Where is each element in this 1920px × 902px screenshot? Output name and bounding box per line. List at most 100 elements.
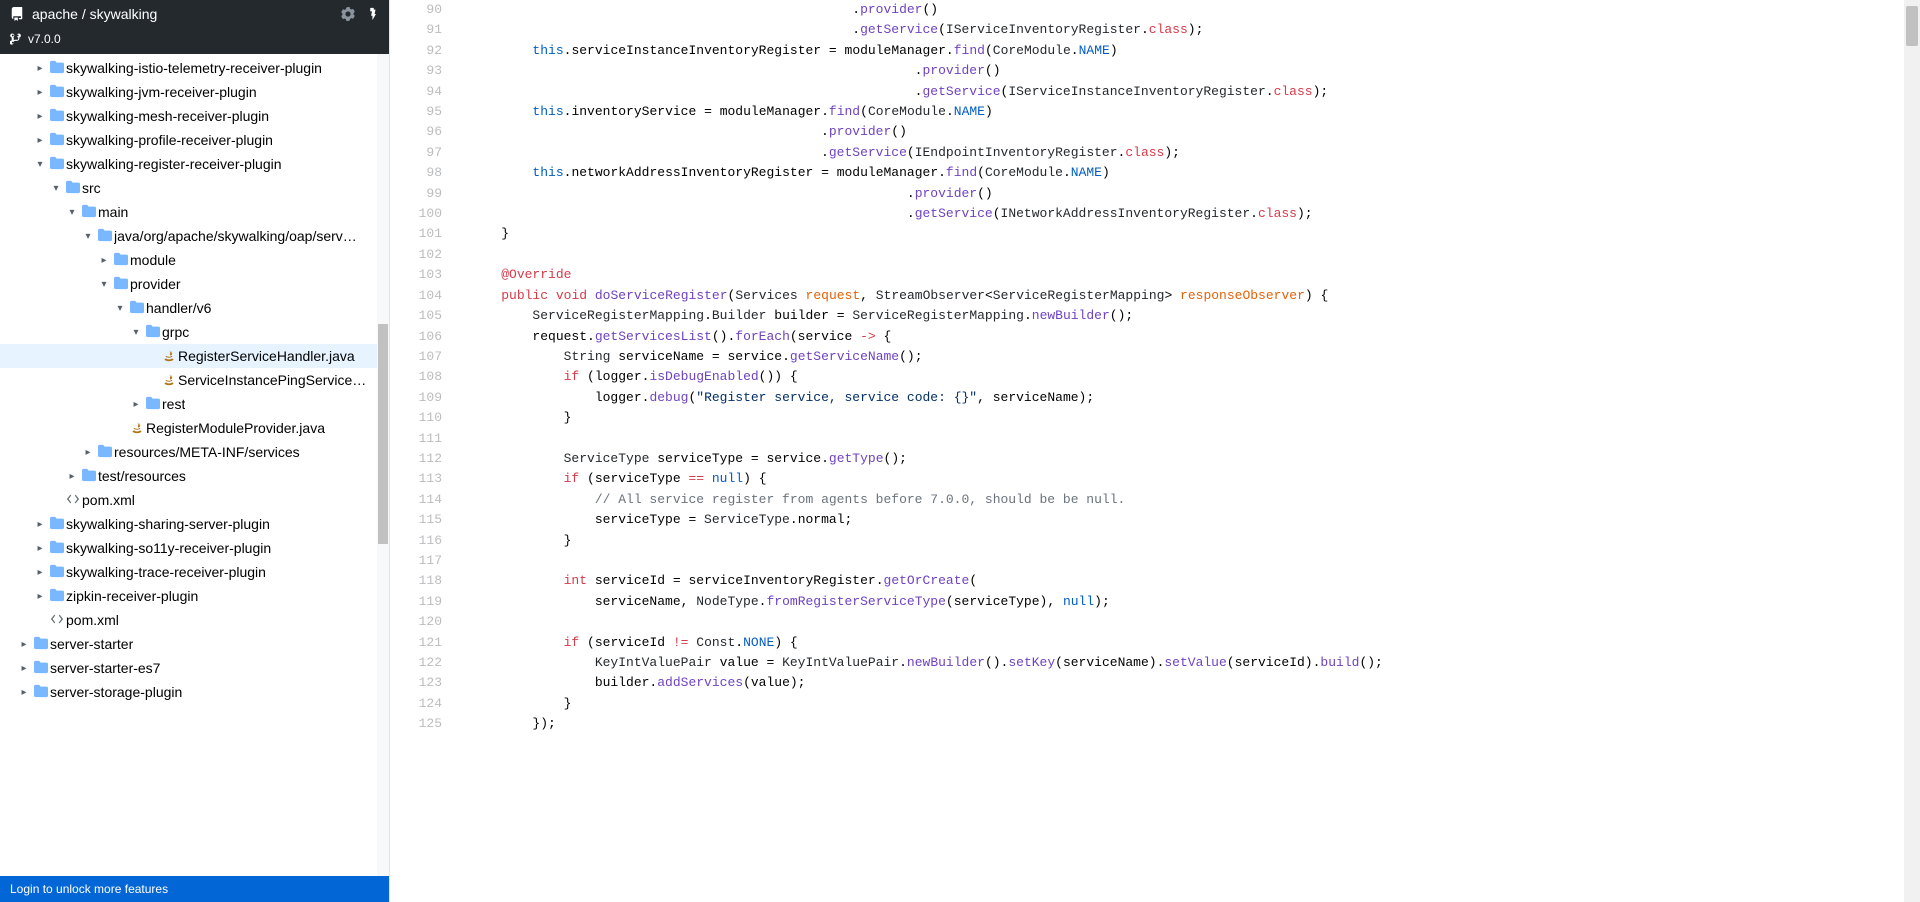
line-number[interactable]: 119 xyxy=(390,592,460,612)
chevron-icon[interactable]: ▾ xyxy=(48,183,64,194)
line-number[interactable]: 118 xyxy=(390,571,460,591)
code-content[interactable]: String serviceName = service.getServiceN… xyxy=(460,347,923,367)
tree-item[interactable]: ▸server-starter xyxy=(0,632,389,656)
code-content[interactable]: if (serviceType == null) { xyxy=(460,469,767,489)
chevron-icon[interactable]: ▸ xyxy=(32,567,48,578)
code-content[interactable] xyxy=(460,551,470,571)
line-number[interactable]: 125 xyxy=(390,714,460,734)
chevron-icon[interactable]: ▸ xyxy=(80,447,96,458)
line-number[interactable]: 109 xyxy=(390,388,460,408)
line-number[interactable]: 122 xyxy=(390,653,460,673)
chevron-icon[interactable]: ▸ xyxy=(16,687,32,698)
repo-link[interactable]: apache / skywalking xyxy=(10,6,157,22)
line-number[interactable]: 104 xyxy=(390,286,460,306)
tree-item[interactable]: ▸skywalking-mesh-receiver-plugin xyxy=(0,104,389,128)
line-number[interactable]: 101 xyxy=(390,224,460,244)
login-bar[interactable]: Login to unlock more features xyxy=(0,876,389,902)
gear-icon[interactable] xyxy=(341,7,355,21)
tree-item[interactable]: ▸skywalking-profile-receiver-plugin xyxy=(0,128,389,152)
code-content[interactable]: } xyxy=(460,531,571,551)
line-number[interactable]: 105 xyxy=(390,306,460,326)
code-content[interactable]: ServiceRegisterMapping.Builder builder =… xyxy=(460,306,1133,326)
tree-item[interactable]: ▸rest xyxy=(0,392,389,416)
chevron-icon[interactable]: ▸ xyxy=(32,591,48,602)
tree-item[interactable]: ▾java/org/apache/skywalking/oap/serv… xyxy=(0,224,389,248)
code-content[interactable]: } xyxy=(460,224,509,244)
pin-icon[interactable] xyxy=(365,7,379,21)
tree-item[interactable]: ▾grpc xyxy=(0,320,389,344)
tree-item[interactable]: ▸skywalking-so11y-receiver-plugin xyxy=(0,536,389,560)
chevron-icon[interactable]: ▸ xyxy=(16,663,32,674)
line-number[interactable]: 106 xyxy=(390,327,460,347)
code-content[interactable]: if (serviceId != Const.NONE) { xyxy=(460,633,798,653)
line-number[interactable]: 111 xyxy=(390,429,460,449)
sidebar-scrollbar[interactable] xyxy=(377,54,389,876)
code-content[interactable]: this.serviceInstanceInventoryRegister = … xyxy=(460,41,1118,61)
tree-item[interactable]: ServiceInstancePingService… xyxy=(0,368,389,392)
line-number[interactable]: 96 xyxy=(390,122,460,142)
code-content[interactable]: ServiceType serviceType = service.getTyp… xyxy=(460,449,907,469)
branch-selector[interactable]: v7.0.0 xyxy=(0,28,389,54)
line-number[interactable]: 116 xyxy=(390,531,460,551)
code-content[interactable] xyxy=(460,429,470,449)
tree-item[interactable]: RegisterServiceHandler.java xyxy=(0,344,389,368)
tree-item[interactable]: ▾provider xyxy=(0,272,389,296)
chevron-icon[interactable]: ▾ xyxy=(32,159,48,170)
chevron-icon[interactable]: ▾ xyxy=(96,279,112,290)
line-number[interactable]: 123 xyxy=(390,673,460,693)
chevron-icon[interactable]: ▸ xyxy=(128,399,144,410)
chevron-icon[interactable]: ▸ xyxy=(32,63,48,74)
chevron-icon[interactable]: ▸ xyxy=(32,543,48,554)
line-number[interactable]: 90 xyxy=(390,0,460,20)
line-number[interactable]: 99 xyxy=(390,184,460,204)
tree-item[interactable]: ▸skywalking-jvm-receiver-plugin xyxy=(0,80,389,104)
code-content[interactable]: }); xyxy=(460,714,556,734)
line-number[interactable]: 112 xyxy=(390,449,460,469)
tree-item[interactable]: ▸skywalking-sharing-server-plugin xyxy=(0,512,389,536)
code-content[interactable]: .getService(IEndpointInventoryRegister.c… xyxy=(460,143,1180,163)
code-content[interactable]: @Override xyxy=(460,265,571,285)
code-content[interactable]: .provider() xyxy=(460,0,938,20)
line-number[interactable]: 114 xyxy=(390,490,460,510)
line-number[interactable]: 97 xyxy=(390,143,460,163)
tree-item[interactable]: ▸server-starter-es7 xyxy=(0,656,389,680)
code-content[interactable]: int serviceId = serviceInventoryRegister… xyxy=(460,571,977,591)
code-content[interactable]: builder.addServices(value); xyxy=(460,673,805,693)
tree-item[interactable]: ▸zipkin-receiver-plugin xyxy=(0,584,389,608)
line-number[interactable]: 113 xyxy=(390,469,460,489)
chevron-icon[interactable]: ▸ xyxy=(32,135,48,146)
code-content[interactable]: .provider() xyxy=(460,61,1001,81)
line-number[interactable]: 108 xyxy=(390,367,460,387)
tree-item[interactable]: ▸test/resources xyxy=(0,464,389,488)
chevron-icon[interactable]: ▸ xyxy=(96,255,112,266)
chevron-icon[interactable]: ▸ xyxy=(64,471,80,482)
line-number[interactable]: 92 xyxy=(390,41,460,61)
line-number[interactable]: 103 xyxy=(390,265,460,285)
chevron-icon[interactable]: ▾ xyxy=(64,207,80,218)
tree-item[interactable]: ▸skywalking-trace-receiver-plugin xyxy=(0,560,389,584)
code-content[interactable]: .getService(IServiceInstanceInventoryReg… xyxy=(460,82,1328,102)
line-number[interactable]: 115 xyxy=(390,510,460,530)
tree-item[interactable]: ▾skywalking-register-receiver-plugin xyxy=(0,152,389,176)
code-area[interactable]: 90 .provider()91 .getService(IServiceInv… xyxy=(390,0,1904,902)
tree-item[interactable]: ▸server-storage-plugin xyxy=(0,680,389,704)
code-content[interactable]: public void doServiceRegister(Services r… xyxy=(460,286,1328,306)
code-content[interactable]: serviceType = ServiceType.normal; xyxy=(460,510,852,530)
line-number[interactable]: 110 xyxy=(390,408,460,428)
tree-item[interactable]: pom.xml xyxy=(0,488,389,512)
code-content[interactable]: .provider() xyxy=(460,184,993,204)
chevron-icon[interactable]: ▸ xyxy=(32,87,48,98)
line-number[interactable]: 124 xyxy=(390,694,460,714)
tree-item[interactable]: ▾src xyxy=(0,176,389,200)
chevron-icon[interactable]: ▾ xyxy=(112,303,128,314)
code-content[interactable]: logger.debug("Register service, service … xyxy=(460,388,1094,408)
line-number[interactable]: 120 xyxy=(390,612,460,632)
main-scrollbar[interactable] xyxy=(1904,0,1920,902)
line-number[interactable]: 91 xyxy=(390,20,460,40)
code-content[interactable]: this.inventoryService = moduleManager.fi… xyxy=(460,102,993,122)
tree-item[interactable]: ▾main xyxy=(0,200,389,224)
chevron-icon[interactable]: ▸ xyxy=(16,639,32,650)
line-number[interactable]: 117 xyxy=(390,551,460,571)
line-number[interactable]: 95 xyxy=(390,102,460,122)
code-content[interactable]: .getService(INetworkAddressInventoryRegi… xyxy=(460,204,1313,224)
